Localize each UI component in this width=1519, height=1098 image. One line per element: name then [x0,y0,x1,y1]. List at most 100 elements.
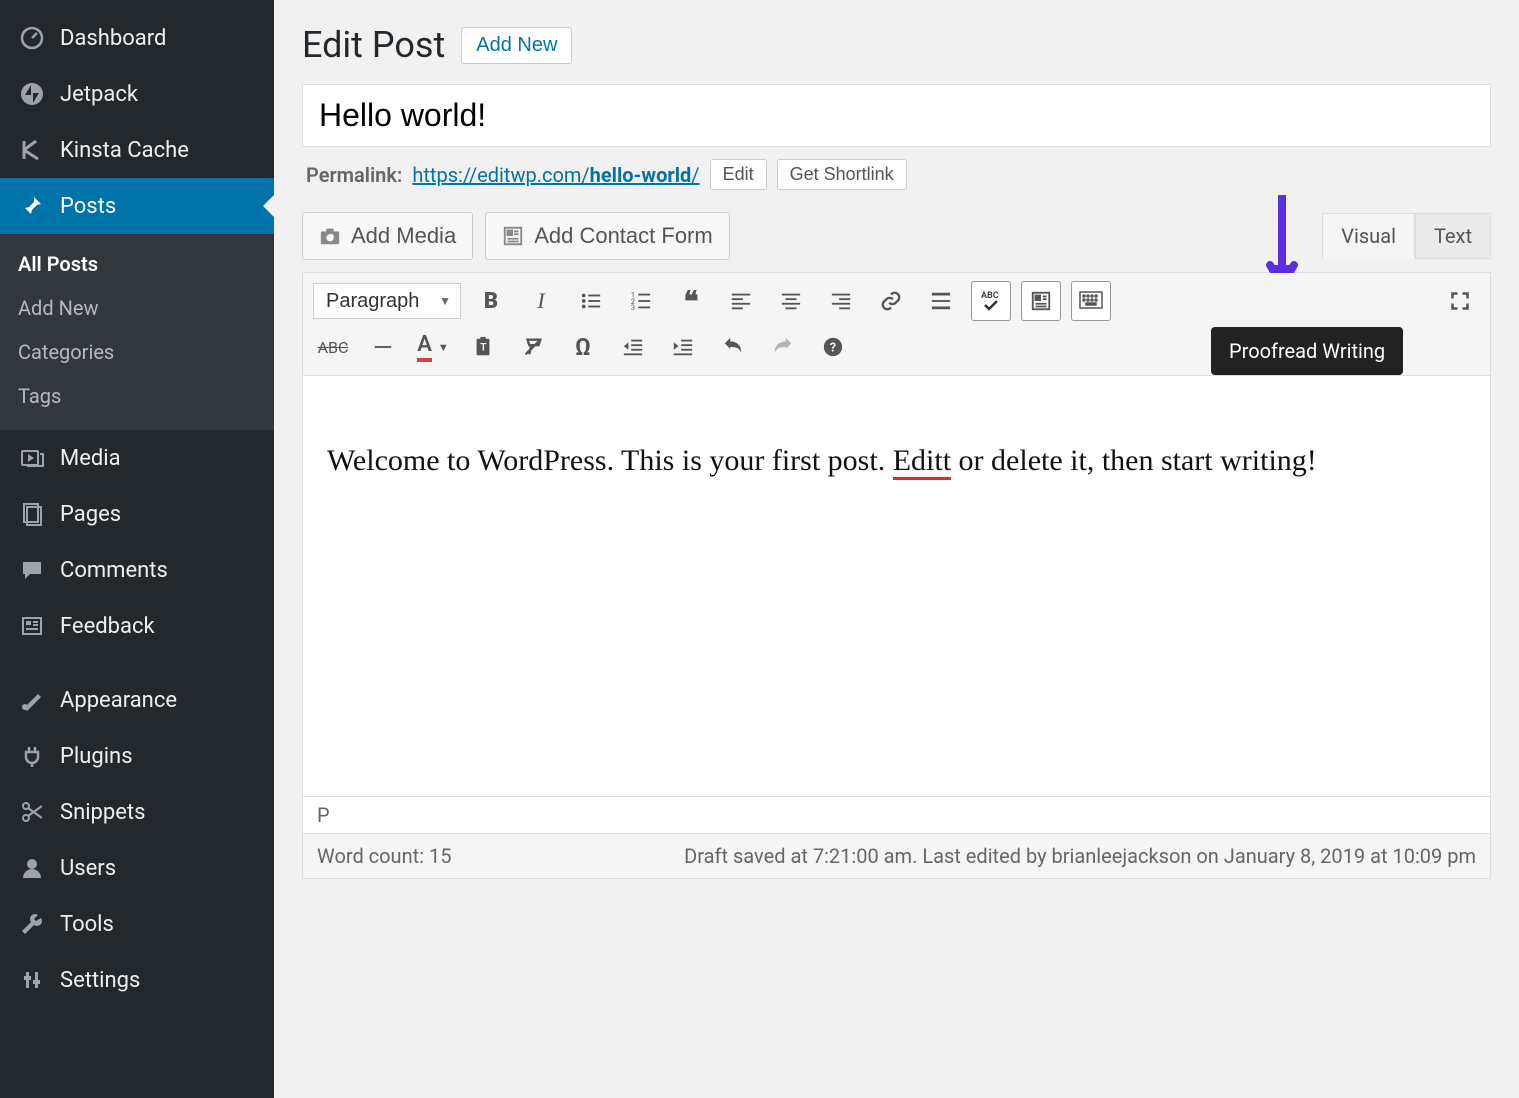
tab-visual[interactable]: Visual [1322,213,1415,259]
misspelled-word[interactable]: Editt [893,444,951,480]
sidebar-label: Media [60,446,121,471]
sidebar-item-jetpack[interactable]: Jetpack [0,66,274,122]
text-color-button[interactable]: A▼ [413,327,453,367]
align-right-button[interactable] [821,281,861,321]
appearance-icon [18,686,46,714]
sidebar-item-snippets[interactable]: Snippets [0,784,274,840]
sidebar-item-users[interactable]: Users [0,840,274,896]
help-button[interactable]: ? [813,327,853,367]
sidebar-item-posts[interactable]: Posts [0,178,274,234]
tools-icon [18,910,46,938]
editor: Paragraph B I 123 ❝ ABC ABC A▼ T [302,272,1491,879]
sidebar-sub-tags[interactable]: Tags [0,374,274,418]
sidebar-item-media[interactable]: Media [0,430,274,486]
svg-text:T: T [480,343,487,354]
proofread-tooltip: Proofread Writing [1211,327,1403,375]
editor-toolbar: Paragraph B I 123 ❝ ABC ABC A▼ T [303,273,1490,376]
camera-icon [319,225,341,247]
sidebar-item-appearance[interactable]: Appearance [0,672,274,728]
svg-text:ABC: ABC [981,291,999,301]
bullet-list-button[interactable] [571,281,611,321]
proofread-button[interactable]: ABC [971,281,1011,321]
settings-icon [18,966,46,994]
sidebar-label: Tools [60,912,114,937]
sidebar-label: Plugins [60,744,133,769]
sidebar-item-tools[interactable]: Tools [0,896,274,952]
clear-formatting-button[interactable] [513,327,553,367]
save-status: Draft saved at 7:21:00 am. Last edited b… [684,844,1476,868]
blockquote-button[interactable]: ❝ [671,281,711,321]
readmore-button[interactable] [921,281,961,321]
bold-button[interactable]: B [471,281,511,321]
form-icon [502,225,524,247]
main-content: Edit Post Add New Permalink: https://edi… [274,0,1519,1098]
word-count: Word count: 15 [317,844,451,868]
sidebar-item-comments[interactable]: Comments [0,542,274,598]
sidebar-label: Feedback [60,614,155,639]
sidebar-item-settings[interactable]: Settings [0,952,274,1008]
toolbar-toggle-button[interactable] [1021,281,1061,321]
paste-text-button[interactable]: T [463,327,503,367]
svg-text:3: 3 [631,303,635,312]
add-media-button[interactable]: Add Media [302,212,473,260]
add-new-button[interactable]: Add New [461,27,572,64]
sidebar-label: Comments [60,558,168,583]
sidebar-label: Dashboard [60,26,166,51]
permalink-label: Permalink: [306,163,402,187]
comments-icon [18,556,46,584]
sidebar-label: Settings [60,968,140,993]
media-icon [18,444,46,472]
editor-footer: Word count: 15 Draft saved at 7:21:00 am… [303,833,1490,878]
edit-permalink-button[interactable]: Edit [710,159,767,190]
users-icon [18,854,46,882]
feedback-icon [18,612,46,640]
pin-icon [18,192,46,220]
numbered-list-button[interactable]: 123 [621,281,661,321]
strikethrough-button[interactable]: ABC [313,327,353,367]
hr-button[interactable] [363,327,403,367]
fullscreen-button[interactable] [1440,281,1480,321]
sidebar-item-dashboard[interactable]: Dashboard [0,10,274,66]
format-select[interactable]: Paragraph [313,283,461,319]
italic-button[interactable]: I [521,281,561,321]
sidebar-item-pages[interactable]: Pages [0,486,274,542]
tab-text[interactable]: Text [1415,213,1491,259]
sidebar-label: Snippets [60,800,146,825]
kinsta-icon [18,136,46,164]
link-button[interactable] [871,281,911,321]
sidebar-label: Users [60,856,116,881]
sidebar-label: Kinsta Cache [60,138,189,163]
keyboard-button[interactable] [1071,281,1111,321]
pages-icon [18,500,46,528]
sidebar-item-kinsta[interactable]: Kinsta Cache [0,122,274,178]
undo-button[interactable] [713,327,753,367]
sidebar-submenu-posts: All Posts Add New Categories Tags [0,234,274,430]
dashboard-icon [18,24,46,52]
element-path: P [303,796,1490,833]
sidebar-item-plugins[interactable]: Plugins [0,728,274,784]
sidebar-item-feedback[interactable]: Feedback [0,598,274,654]
plugins-icon [18,742,46,770]
sidebar-sub-categories[interactable]: Categories [0,330,274,374]
permalink-link[interactable]: https://editwp.com/hello-world/ [412,163,699,187]
snippets-icon [18,798,46,826]
special-char-button[interactable]: Ω [563,327,603,367]
align-center-button[interactable] [771,281,811,321]
post-title-input[interactable] [302,84,1491,147]
redo-button[interactable] [763,327,803,367]
svg-text:?: ? [830,341,836,356]
get-shortlink-button[interactable]: Get Shortlink [777,159,907,190]
page-title: Edit Post [302,24,445,66]
add-contact-form-button[interactable]: Add Contact Form [485,212,730,260]
sidebar-label: Jetpack [60,82,138,107]
sidebar-label: Appearance [60,688,177,713]
outdent-button[interactable] [613,327,653,367]
sidebar-sub-add-new[interactable]: Add New [0,286,274,330]
admin-sidebar: Dashboard Jetpack Kinsta Cache Posts All… [0,0,274,1098]
jetpack-icon [18,80,46,108]
sidebar-label: Posts [60,194,116,219]
editor-content[interactable]: Welcome to WordPress. This is your first… [303,376,1490,796]
indent-button[interactable] [663,327,703,367]
sidebar-sub-all-posts[interactable]: All Posts [0,242,274,286]
align-left-button[interactable] [721,281,761,321]
